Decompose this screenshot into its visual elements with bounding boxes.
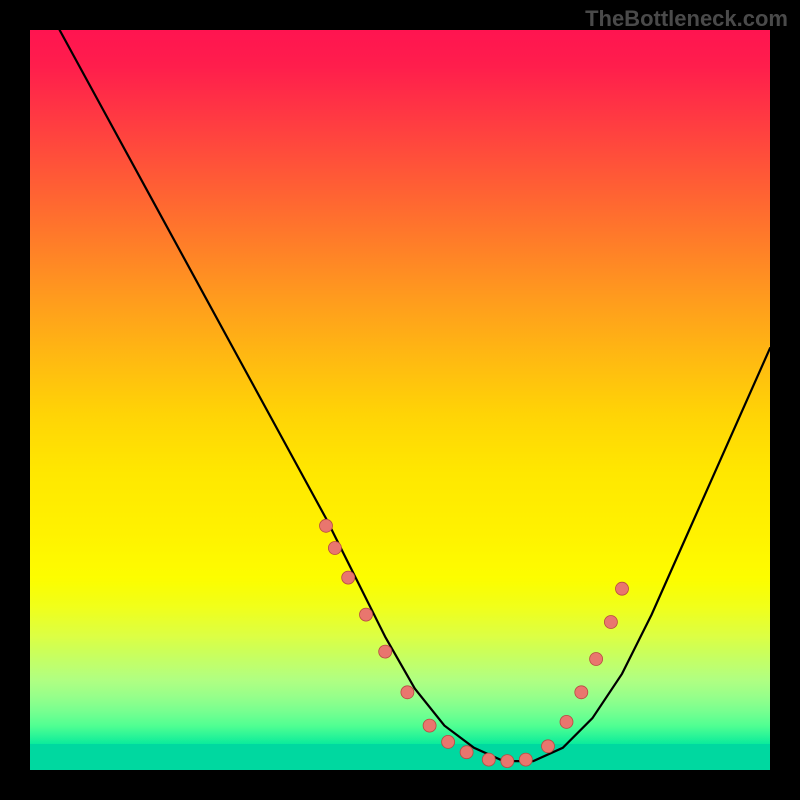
data-dot <box>320 519 333 532</box>
bottleneck-curve <box>60 30 770 761</box>
data-dot <box>482 753 495 766</box>
watermark-text: TheBottleneck.com <box>585 6 788 32</box>
data-dot <box>360 608 373 621</box>
data-dot <box>460 746 473 759</box>
data-dot <box>342 571 355 584</box>
data-dot <box>379 645 392 658</box>
data-dot <box>542 740 555 753</box>
data-dot <box>604 616 617 629</box>
data-dot <box>590 653 603 666</box>
data-dot <box>560 715 573 728</box>
data-dot <box>401 686 414 699</box>
chart-plot-area <box>30 30 770 770</box>
data-dot <box>328 542 341 555</box>
data-dot <box>442 735 455 748</box>
data-dot <box>519 753 532 766</box>
data-dot <box>423 719 436 732</box>
data-dots-group <box>320 519 629 767</box>
data-dot <box>501 755 514 768</box>
chart-svg <box>30 30 770 770</box>
data-dot <box>575 686 588 699</box>
data-dot <box>616 582 629 595</box>
